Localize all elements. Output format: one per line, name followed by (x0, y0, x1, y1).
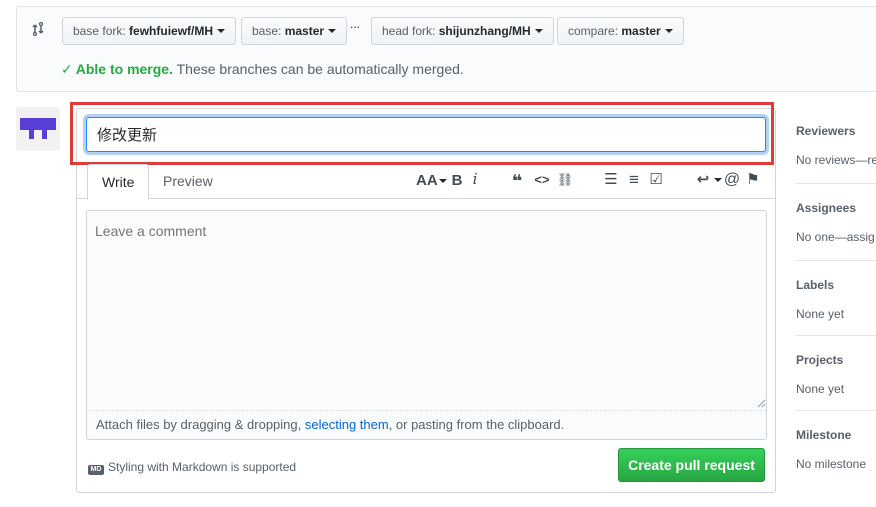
tab-write[interactable]: Write (87, 164, 150, 200)
chevron-down-icon (714, 178, 722, 182)
base-branch-prefix: base: (252, 24, 285, 38)
head-fork-value: shijunzhang/MH (438, 24, 531, 38)
sidebar-projects-label[interactable]: Projects (796, 353, 876, 367)
check-icon: ✓ (61, 61, 73, 77)
base-fork-prefix: base fork: (73, 24, 130, 38)
select-files-link[interactable]: selecting them (305, 417, 389, 432)
markdown-icon: MD (88, 465, 104, 475)
sidebar-projects-value: None yet (796, 382, 845, 396)
heading-icon[interactable]: AA (416, 171, 447, 191)
code-icon[interactable]: <> (532, 170, 552, 190)
unordered-list-icon[interactable]: ☰ (603, 170, 619, 190)
sidebar-divider (796, 410, 876, 411)
attach-text-prefix: Attach files by dragging & dropping, (96, 417, 305, 432)
sidebar-reviewers[interactable]: Reviewers No reviews—re (796, 124, 876, 167)
quote-icon[interactable]: ❝ (508, 171, 526, 191)
sidebar-projects[interactable]: Projects None yet (796, 353, 876, 396)
merge-status: ✓ Able to merge. These branches can be au… (61, 61, 464, 78)
ellipsis-separator: ... (350, 17, 361, 31)
comment-textarea[interactable] (86, 210, 767, 410)
avatar[interactable] (16, 107, 60, 151)
sidebar-assignees-label[interactable]: Assignees (796, 201, 876, 215)
merge-status-text: These branches can be automatically merg… (172, 61, 464, 77)
reply-icon[interactable]: ↩ (696, 170, 710, 190)
bold-icon[interactable]: B (450, 171, 464, 191)
sidebar-reviewers-label[interactable]: Reviewers (796, 124, 876, 138)
sidebar-divider (796, 335, 876, 336)
head-fork-prefix: head fork: (382, 24, 439, 38)
mention-icon[interactable]: @ (723, 170, 741, 190)
heading-icon-glyph: AA (416, 172, 438, 189)
italic-icon[interactable]: i (470, 169, 480, 189)
base-branch-select[interactable]: base: master (241, 17, 348, 45)
markdown-note-text: Styling with Markdown is supported (108, 460, 297, 474)
sidebar-labels-label[interactable]: Labels (796, 278, 876, 292)
bookmark-icon[interactable]: ⚑ (746, 170, 760, 190)
sidebar-milestone[interactable]: Milestone No milestone (796, 428, 876, 471)
sidebar-milestone-label[interactable]: Milestone (796, 428, 876, 442)
head-fork-select[interactable]: head fork: shijunzhang/MH (371, 17, 554, 45)
link-icon[interactable]: ⛓ (556, 170, 574, 190)
sidebar-milestone-value: No milestone (796, 457, 867, 471)
markdown-note[interactable]: MD Styling with Markdown is supported (88, 460, 296, 475)
attach-text-suffix: , or pasting from the clipboard. (388, 417, 565, 432)
chevron-down-icon (534, 29, 543, 33)
sidebar-divider (796, 260, 876, 261)
task-list-icon[interactable]: ☑ (647, 170, 665, 190)
compare-branch-select[interactable]: compare: master (557, 17, 684, 45)
sidebar-assignees-value: No one—assig (796, 230, 875, 244)
sidebar-divider (796, 183, 876, 184)
avatar-identicon (20, 118, 56, 139)
sidebar-labels-value: None yet (796, 307, 845, 321)
base-branch-value: master (284, 24, 325, 38)
tab-preview[interactable]: Preview (149, 164, 227, 200)
compare-branch-prefix: compare: (568, 24, 622, 38)
chevron-down-icon (664, 29, 673, 33)
chevron-down-icon (328, 29, 337, 33)
compare-icon (32, 21, 44, 37)
resize-handle-icon[interactable] (756, 398, 766, 408)
base-fork-value: fewhfuiewf/MH (129, 24, 214, 38)
chevron-down-icon (438, 179, 447, 183)
merge-status-strong: Able to merge. (75, 61, 173, 77)
sidebar-assignees[interactable]: Assignees No one—assig (796, 201, 876, 244)
ordered-list-icon[interactable]: ≡ (626, 170, 642, 190)
compare-branch-value: master (621, 24, 661, 38)
create-pull-request-button[interactable]: Create pull request (618, 448, 765, 482)
attach-files-bar[interactable]: Attach files by dragging & dropping, sel… (86, 410, 767, 440)
base-fork-select[interactable]: base fork: fewhfuiewf/MH (62, 17, 237, 45)
chevron-down-icon (217, 29, 226, 33)
title-input[interactable] (86, 117, 766, 152)
sidebar-reviewers-value: No reviews—re (796, 153, 876, 167)
sidebar-labels[interactable]: Labels None yet (796, 278, 876, 321)
